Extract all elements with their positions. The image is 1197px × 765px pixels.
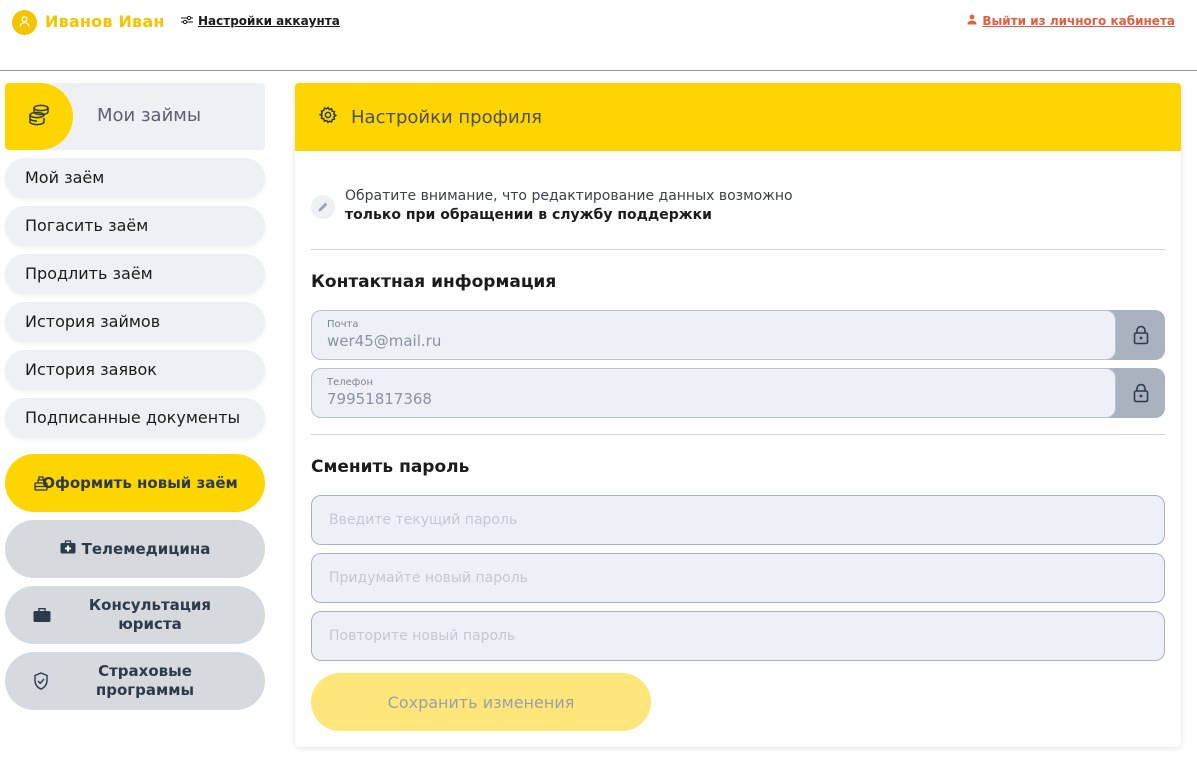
my-loans-title: Мои займы [97, 105, 202, 126]
save-changes-button[interactable]: Сохранить изменения [311, 673, 651, 731]
person-icon [967, 14, 977, 28]
top-header: Иванов Иван Настройки аккаунта Выйти из … [0, 0, 1197, 71]
sidebar-item-loan-history[interactable]: История займов [5, 302, 265, 342]
phone-value: 79951817368 [327, 390, 432, 408]
card-header: Настройки профиля [295, 83, 1181, 151]
sliders-icon [181, 14, 193, 28]
notice-line-1: Обратите внимание, что редактирование да… [345, 188, 793, 204]
change-password-title: Сменить пароль [311, 457, 470, 477]
email-label: Почта [327, 319, 359, 330]
logout-link[interactable]: Выйти из личного кабинета [967, 14, 1175, 28]
lawyer-consultation-button[interactable]: Консультация юриста [5, 586, 265, 644]
logout-label: Выйти из личного кабинета [982, 14, 1175, 28]
card-title: Настройки профиля [351, 106, 543, 128]
account-settings-label: Настройки аккаунта [198, 14, 340, 28]
sidebar-item-extend-loan[interactable]: Продлить заём [5, 254, 265, 294]
coins-icon [27, 104, 51, 130]
email-value: wer45@mail.ru [327, 332, 442, 350]
user-avatar [12, 10, 37, 35]
new-loan-button[interactable]: Оформить новый заём [5, 454, 265, 512]
contact-info-title: Контактная информация [311, 272, 557, 292]
new-loan-label: Оформить новый заём [42, 473, 238, 492]
telemedicine-button[interactable]: Телемедицина [5, 520, 265, 578]
phone-label: Телефон [327, 377, 374, 388]
user-icon [18, 13, 31, 32]
insurance-programs-button[interactable]: Страховые программы [5, 652, 265, 710]
support-notice: Обратите внимание, что редактирование да… [311, 187, 793, 225]
sidebar-item-repay-loan[interactable]: Погасить заём [5, 206, 265, 246]
shield-check-icon [33, 672, 49, 690]
profile-settings-card: Настройки профиля Обратите внимание, что… [295, 83, 1181, 747]
loans-badge [5, 83, 73, 150]
medical-kit-icon [60, 539, 76, 559]
repeat-password-input[interactable] [311, 611, 1165, 661]
hand-coins-icon [33, 474, 49, 492]
telemedicine-label: Телемедицина [81, 539, 211, 558]
sidebar-item-my-loan[interactable]: Мой заём [5, 158, 265, 198]
divider [311, 249, 1165, 250]
lock-icon [1116, 368, 1165, 418]
sidebar-item-signed-documents[interactable]: Подписанные документы [5, 398, 265, 438]
sidebar-item-application-history[interactable]: История заявок [5, 350, 265, 390]
notice-line-2: только при обращении в службу поддержки [345, 207, 712, 223]
my-loans-header[interactable]: Мои займы [5, 83, 265, 150]
phone-field: Телефон 79951817368 [311, 368, 1165, 418]
user-name: Иванов Иван [45, 12, 165, 31]
briefcase-icon [33, 608, 51, 623]
sidebar: Мои займы Мой заём Погасить заём Продлит… [5, 83, 265, 710]
new-password-input[interactable] [311, 553, 1165, 603]
divider [311, 434, 1165, 435]
lock-icon [1116, 310, 1165, 360]
pencil-icon [311, 195, 335, 219]
account-settings-link[interactable]: Настройки аккаунта [181, 14, 340, 28]
gear-icon [318, 106, 338, 128]
current-password-input[interactable] [311, 495, 1165, 545]
email-field: Почта wer45@mail.ru [311, 310, 1165, 360]
